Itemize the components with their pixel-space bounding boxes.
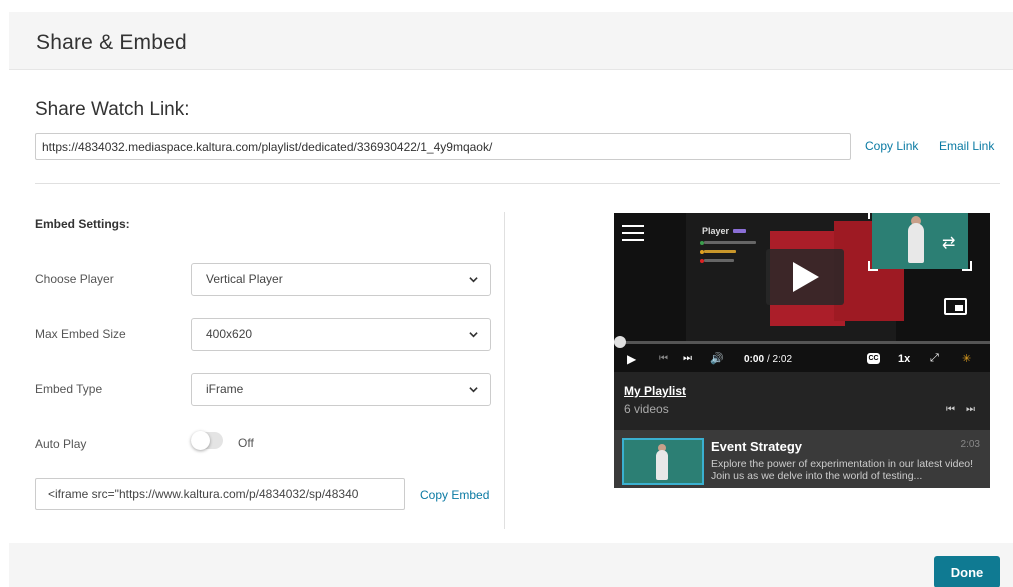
choose-player-value: Vertical Player	[206, 272, 283, 286]
pip-icon[interactable]	[944, 298, 967, 315]
section-divider	[35, 183, 1000, 184]
player-controls: ▶ ⏮ ⏭ 🔊 0:00 / 2:02 CC 1x ⤢ ✳	[614, 347, 990, 372]
item-duration: 2:03	[960, 439, 980, 450]
corner-mark	[868, 213, 878, 219]
embed-type-value: iFrame	[206, 382, 244, 396]
video-area[interactable]: Player ⇄ ▶ ⏮ ⏭ 🔊 0:00 / 2:02 CC 1x ⤢ ✳	[614, 213, 990, 372]
prev-icon[interactable]: ⏮	[659, 353, 668, 364]
item-description: Explore the power of experimentation in …	[711, 458, 974, 482]
modal-title: Share & Embed	[36, 31, 187, 54]
auto-play-toggle[interactable]	[191, 431, 223, 450]
column-divider	[504, 212, 505, 529]
fullscreen-icon[interactable]: ⤢	[930, 352, 939, 365]
kaltura-logo-icon[interactable]: ✳	[962, 352, 971, 365]
playlist-title[interactable]: My Playlist	[624, 384, 686, 398]
slide-line	[704, 241, 756, 244]
embed-type-select[interactable]: iFrame	[191, 373, 491, 406]
slide-badge	[733, 229, 746, 233]
play-icon	[793, 262, 819, 292]
auto-play-label: Auto Play	[35, 437, 87, 451]
copy-embed-button[interactable]: Copy Embed	[420, 488, 489, 502]
copy-link-button[interactable]: Copy Link	[865, 139, 918, 153]
corner-mark	[868, 261, 878, 271]
player-preview: Player ⇄ ▶ ⏮ ⏭ 🔊 0:00 / 2:02 CC 1x ⤢ ✳ M…	[614, 213, 990, 488]
menu-icon[interactable]	[622, 225, 644, 241]
play-button[interactable]	[766, 249, 844, 305]
current-time: 0:00	[744, 354, 765, 365]
playlist-header: My Playlist 6 videos ⏮ ⏭	[614, 372, 990, 430]
slide-title: Player	[702, 226, 730, 236]
playlist-item[interactable]: Event Strategy 2:03 Explore the power of…	[614, 430, 990, 488]
chevron-down-icon	[469, 387, 478, 393]
max-embed-size-label: Max Embed Size	[35, 327, 126, 341]
next-icon[interactable]: ⏭	[966, 404, 975, 415]
duration: / 2:02	[767, 354, 793, 365]
item-title: Event Strategy	[711, 439, 803, 454]
next-icon[interactable]: ⏭	[683, 353, 692, 364]
item-thumbnail	[622, 438, 704, 485]
swap-icon[interactable]: ⇄	[942, 233, 955, 253]
presenter-figure	[656, 450, 668, 480]
max-embed-size-value: 400x620	[206, 327, 253, 341]
share-link-heading: Share Watch Link:	[35, 99, 190, 120]
playlist-count: 6 videos	[624, 402, 669, 416]
modal-header: Share & Embed	[9, 12, 1013, 70]
embed-type-label: Embed Type	[35, 382, 103, 396]
prev-icon[interactable]: ⏮	[946, 404, 955, 415]
chevron-down-icon	[469, 332, 478, 338]
watch-link-input[interactable]	[35, 133, 851, 160]
cc-icon[interactable]: CC	[867, 353, 880, 364]
play-icon[interactable]: ▶	[627, 352, 636, 366]
corner-mark	[962, 261, 972, 271]
slide-line	[704, 259, 734, 262]
presenter-figure	[908, 223, 924, 263]
progress-bar[interactable]	[614, 336, 990, 348]
volume-icon[interactable]: 🔊	[710, 352, 724, 365]
slide-line	[704, 250, 736, 253]
toggle-knob	[191, 431, 210, 450]
embed-settings-heading: Embed Settings:	[35, 217, 130, 231]
chevron-down-icon	[469, 277, 478, 283]
modal-footer: Done	[9, 543, 1013, 587]
choose-player-select[interactable]: Vertical Player	[191, 263, 491, 296]
embed-code-input[interactable]	[35, 478, 405, 510]
auto-play-state: Off	[238, 436, 254, 450]
speed-button[interactable]: 1x	[898, 353, 910, 365]
choose-player-label: Choose Player	[35, 272, 114, 286]
done-button[interactable]: Done	[934, 556, 1000, 587]
email-link-button[interactable]: Email Link	[939, 139, 994, 153]
max-embed-size-select[interactable]: 400x620	[191, 318, 491, 351]
